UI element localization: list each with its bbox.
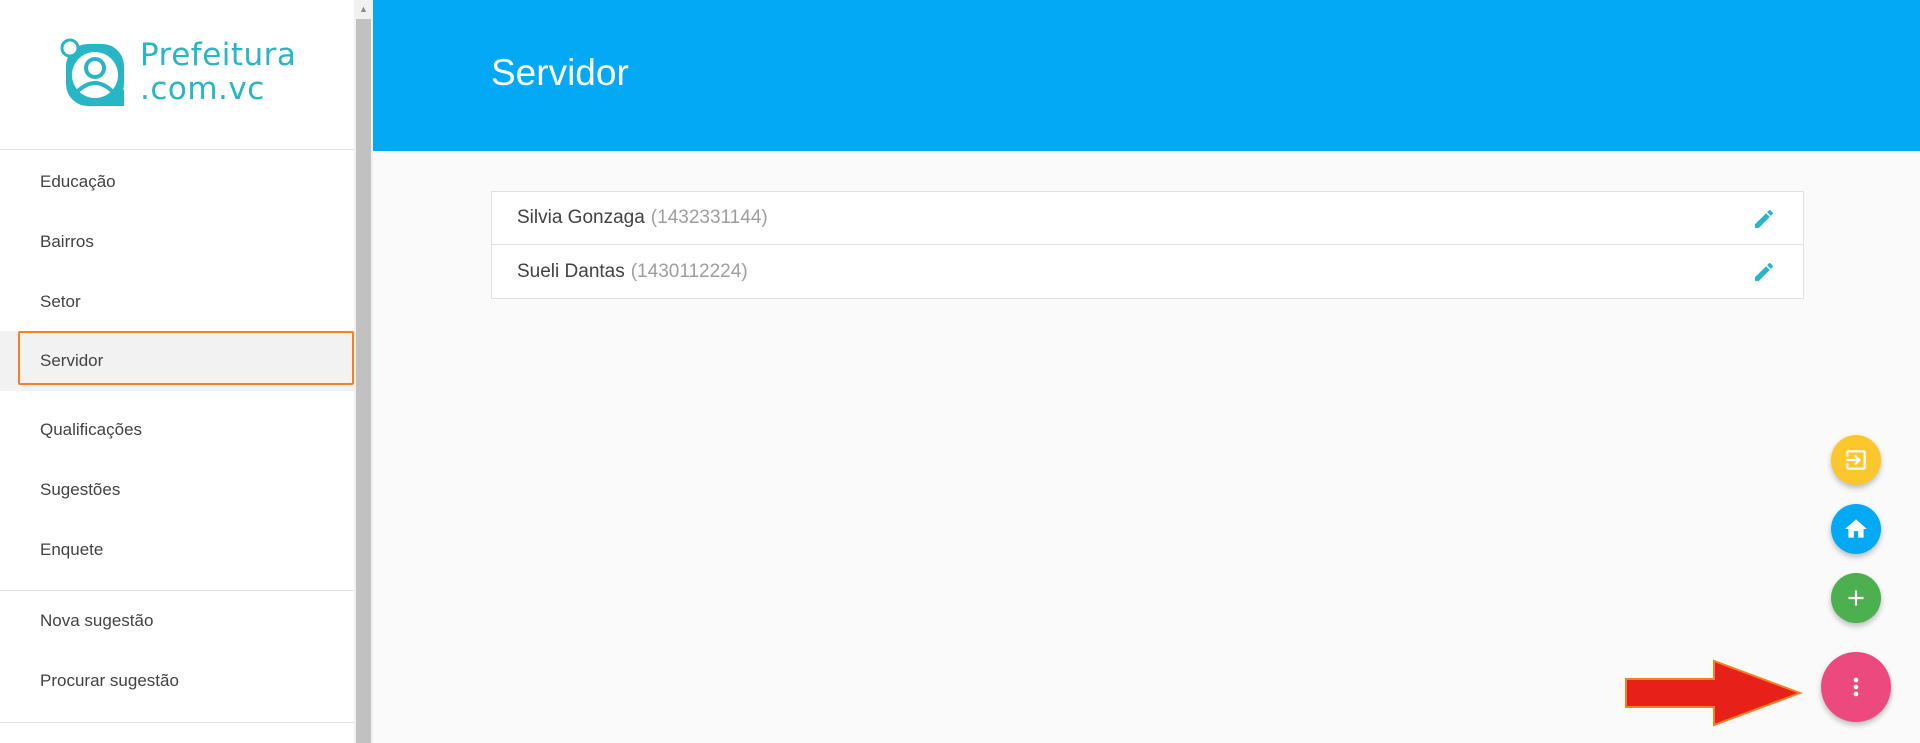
sidebar-item-label: Educação [40, 172, 116, 191]
scroll-up-arrow-icon[interactable]: ▲ [354, 0, 373, 18]
sidebar-item-label: Procurar sugestão [40, 671, 179, 690]
servidor-list: Silvia Gonzaga (1432331144) Sueli Dantas… [491, 191, 1804, 299]
home-icon [1845, 519, 1867, 538]
sidebar-item-nova-sugestao[interactable]: Nova sugestão [0, 593, 354, 649]
sidebar-item-bairros[interactable]: Bairros [0, 214, 354, 270]
sidebar-item-enquete[interactable]: Enquete [0, 522, 354, 578]
more-actions-button[interactable] [1821, 652, 1891, 722]
sidebar: Prefeitura .com.vc Educação Bairros Seto… [0, 0, 354, 743]
edit-button[interactable] [1751, 259, 1777, 285]
servidor-code: (1430112224) [630, 260, 748, 282]
servidor-name: Sueli Dantas [517, 260, 625, 282]
sidebar-item-servidor[interactable]: Servidor [0, 331, 354, 391]
sidebar-divider [0, 590, 354, 591]
brand-line-2: .com.vc [140, 71, 265, 107]
sidebar-item-label: Enquete [40, 540, 104, 559]
list-item[interactable]: Sueli Dantas (1430112224) [492, 245, 1803, 298]
sidebar-item-label: Servidor [40, 351, 104, 370]
sidebar-item-label: Setor [40, 292, 81, 311]
pencil-icon [1755, 262, 1774, 281]
home-button[interactable] [1831, 504, 1881, 554]
edit-button[interactable] [1751, 206, 1777, 232]
exit-button[interactable] [1831, 435, 1881, 485]
logo[interactable]: Prefeitura .com.vc [0, 0, 354, 150]
servidor-name: Silvia Gonzaga [517, 207, 645, 228]
app: Prefeitura .com.vc Educação Bairros Seto… [0, 0, 1920, 743]
brand-name: Prefeitura .com.vc [140, 38, 296, 106]
page-title: Servidor [491, 52, 629, 93]
sidebar-item-setor[interactable]: Setor [0, 274, 354, 330]
plus-icon [1848, 590, 1864, 606]
sidebar-item-educacao[interactable]: Educação [0, 154, 354, 210]
sidebar-item-label: Qualificações [40, 420, 143, 439]
more-vert-icon [1853, 677, 1859, 697]
sidebar-item-label: Sugestões [40, 480, 121, 499]
add-button[interactable] [1831, 573, 1881, 623]
sidebar-item-label: Nova sugestão [40, 611, 154, 630]
sidebar-item-sugestoes[interactable]: Sugestões [0, 462, 354, 518]
sidebar-item-procurar-sugestao[interactable]: Procurar sugestão [0, 653, 354, 709]
page-header: Servidor [373, 0, 1920, 151]
logo-icon [60, 38, 124, 106]
sidebar-scrollbar[interactable]: ▲ [354, 0, 373, 743]
scrollbar-thumb[interactable] [356, 19, 371, 743]
servidor-code: (1432331144) [650, 207, 768, 228]
pencil-icon [1755, 209, 1774, 228]
main-content: Servidor Silvia Gonzaga (1432331144) Sue… [373, 0, 1920, 743]
list-item[interactable]: Silvia Gonzaga (1432331144) [492, 192, 1803, 245]
brand-line-1: Prefeitura [140, 37, 297, 73]
sidebar-item-label: Bairros [40, 232, 94, 251]
sidebar-item-qualificacoes[interactable]: Qualificações [0, 402, 354, 458]
exit-icon [1846, 450, 1866, 470]
sidebar-divider [0, 722, 354, 723]
